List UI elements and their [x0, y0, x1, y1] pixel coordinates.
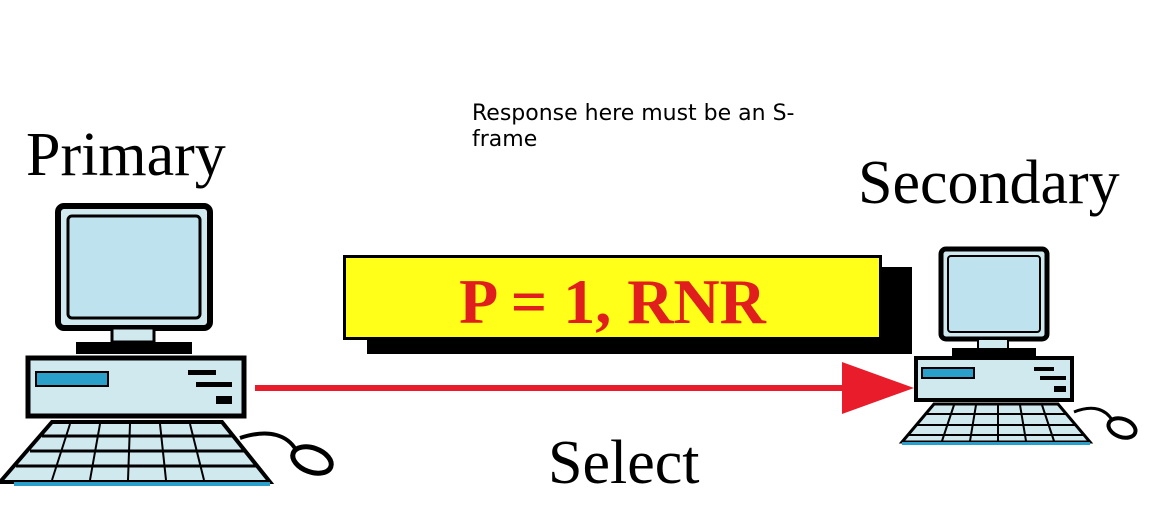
secondary-station-label: Secondary — [858, 149, 1120, 217]
frame-box: P = 1, RNR — [343, 255, 882, 340]
select-arrow — [255, 362, 914, 414]
annotation-note: Response here must be an S-frame — [472, 101, 795, 152]
primary-station-label: Primary — [26, 121, 226, 189]
select-label: Select — [548, 429, 700, 497]
secondary-computer-icon — [898, 246, 1138, 445]
arrow-head — [842, 362, 914, 414]
frame-text: P = 1, RNR — [459, 266, 766, 337]
arrow-shaft — [255, 385, 855, 391]
primary-computer-icon — [0, 203, 334, 486]
